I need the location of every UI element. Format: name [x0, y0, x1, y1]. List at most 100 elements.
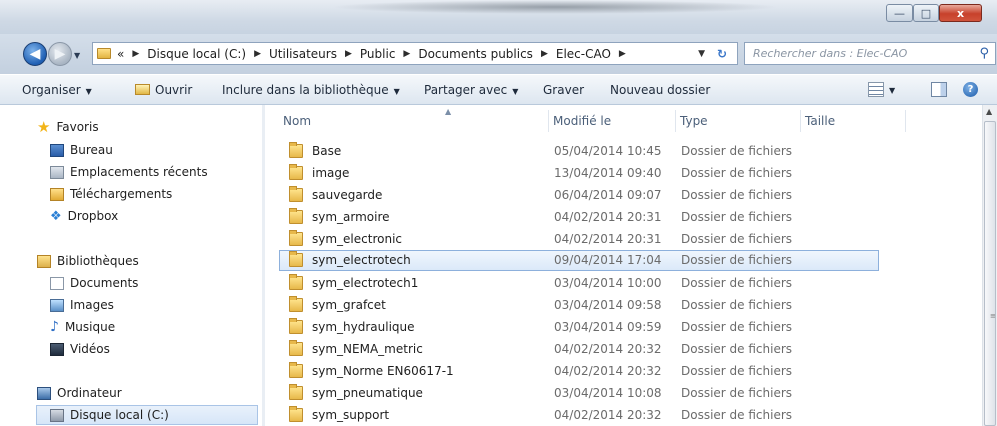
breadcrumb-users[interactable]: Utilisateurs — [269, 47, 337, 61]
file-row[interactable]: sym_electrotech1 03/04/2014 10:00 Dossie… — [279, 273, 879, 294]
nav-label: Documents — [70, 276, 139, 290]
vertical-scrollbar[interactable]: ▲ ≡ — [982, 105, 997, 426]
file-name-cell: sym_NEMA_metric — [289, 340, 423, 356]
column-divider[interactable] — [675, 110, 676, 132]
nav-desktop[interactable]: Bureau — [50, 140, 113, 160]
include-in-library-menu[interactable]: Inclure dans la bibliothèque ▼ — [222, 83, 400, 97]
nav-recent-places[interactable]: Emplacements récents — [50, 162, 208, 182]
organize-menu[interactable]: Organiser ▼ — [22, 83, 92, 97]
title-bar: — □ x — [0, 0, 997, 34]
help-icon[interactable]: ? — [963, 82, 978, 97]
nav-images[interactable]: Images — [50, 295, 114, 315]
nav-music[interactable]: ♪ Musique — [50, 317, 115, 337]
breadcrumb-separator-icon[interactable]: ▶ — [619, 49, 626, 59]
address-history-dropdown-icon[interactable]: ▼ — [698, 49, 705, 59]
share-with-menu[interactable]: Partager avec ▼ — [424, 83, 518, 97]
star-icon: ★ — [37, 118, 51, 136]
column-header-size[interactable]: Taille — [805, 110, 835, 132]
search-input[interactable] — [751, 46, 975, 61]
nav-downloads[interactable]: Téléchargements — [50, 184, 172, 204]
file-modified: 05/04/2014 10:45 — [554, 144, 662, 158]
breadcrumb-separator-icon[interactable]: ▶ — [254, 49, 261, 59]
breadcrumb-separator-icon[interactable]: ▶ — [403, 49, 410, 59]
nav-computer[interactable]: Ordinateur — [37, 383, 122, 403]
view-options-icon[interactable] — [868, 82, 884, 97]
breadcrumb-overflow[interactable]: « — [117, 47, 124, 61]
close-button[interactable]: x — [939, 4, 982, 22]
open-label: Ouvrir — [155, 83, 193, 97]
breadcrumb-separator-icon[interactable]: ▶ — [132, 49, 139, 59]
nav-documents[interactable]: Documents — [50, 273, 138, 293]
column-header-name[interactable]: Nom — [283, 110, 311, 132]
nav-label: Bureau — [70, 143, 113, 157]
breadcrumb-separator-icon[interactable]: ▶ — [345, 49, 352, 59]
chevron-down-icon[interactable]: ▼ — [889, 86, 895, 95]
folder-icon — [289, 296, 303, 312]
preview-pane-icon[interactable] — [931, 82, 947, 97]
nav-videos[interactable]: Vidéos — [50, 339, 110, 359]
folder-icon — [289, 164, 303, 180]
scrollbar-thumb[interactable]: ≡ — [984, 121, 996, 426]
refresh-icon[interactable]: ↻ — [717, 47, 727, 61]
breadcrumb-public[interactable]: Public — [360, 47, 396, 61]
new-folder-button[interactable]: Nouveau dossier — [610, 83, 710, 97]
file-type: Dossier de fichiers — [681, 386, 793, 400]
file-row[interactable]: sym_electronic 04/02/2014 20:31 Dossier … — [279, 229, 879, 250]
file-modified: 03/04/2014 10:00 — [554, 276, 662, 290]
file-row[interactable]: sym_NEMA_metric 04/02/2014 20:32 Dossier… — [279, 339, 879, 360]
file-name-cell: Base — [289, 142, 341, 158]
column-divider[interactable] — [548, 110, 549, 132]
file-row[interactable]: Base 05/04/2014 10:45 Dossier de fichier… — [279, 141, 879, 162]
scroll-up-icon[interactable]: ▲ — [986, 107, 992, 116]
include-label: Inclure dans la bibliothèque — [222, 83, 389, 97]
column-divider[interactable] — [800, 110, 801, 132]
minimize-button[interactable]: — — [886, 4, 913, 22]
file-name: sym_Norme EN60617-1 — [312, 364, 454, 378]
burn-button[interactable]: Graver — [543, 83, 584, 97]
recent-pages-dropdown[interactable]: ▼ — [74, 51, 80, 60]
file-row[interactable]: sym_armoire 04/02/2014 20:31 Dossier de … — [279, 207, 879, 228]
file-row-selected[interactable]: sym_electrotech 09/04/2014 17:04 Dossier… — [279, 250, 879, 271]
breadcrumb-public-documents[interactable]: Documents publics — [418, 47, 533, 61]
nav-libraries[interactable]: Bibliothèques — [37, 251, 139, 271]
file-row[interactable]: sym_grafcet 03/04/2014 09:58 Dossier de … — [279, 295, 879, 316]
back-button[interactable]: ◀ — [23, 42, 47, 66]
file-row[interactable]: sym_pneumatique 03/04/2014 10:08 Dossier… — [279, 383, 879, 404]
file-type: Dossier de fichiers — [681, 166, 793, 180]
open-folder-icon — [135, 84, 150, 95]
file-name: sym_electrotech — [312, 253, 411, 267]
file-name: sym_hydraulique — [312, 320, 415, 334]
column-divider[interactable] — [905, 110, 906, 132]
breadcrumb-elec-cao[interactable]: Elec-CAO — [556, 47, 611, 61]
file-row[interactable]: sym_hydraulique 03/04/2014 09:59 Dossier… — [279, 317, 879, 338]
address-bar[interactable]: « ▶ Disque local (C:) ▶ Utilisateurs ▶ P… — [92, 42, 738, 65]
nav-favorites[interactable]: ★ Favoris — [37, 117, 99, 137]
file-row[interactable]: sauvegarde 06/04/2014 09:07 Dossier de f… — [279, 185, 879, 206]
computer-icon — [37, 386, 51, 400]
file-row[interactable]: sym_Norme EN60617-1 04/02/2014 20:32 Dos… — [279, 361, 879, 382]
nav-local-disk[interactable]: Disque local (C:) — [36, 405, 258, 425]
downloads-icon — [50, 187, 64, 201]
folder-icon — [289, 318, 303, 334]
maximize-button[interactable]: □ — [913, 4, 939, 22]
file-row[interactable]: image 13/04/2014 09:40 Dossier de fichie… — [279, 163, 879, 184]
breadcrumb-separator-icon[interactable]: ▶ — [541, 49, 548, 59]
nav-label: Bibliothèques — [57, 254, 139, 268]
disk-drive-icon — [50, 408, 64, 422]
nav-dropbox[interactable]: ❖ Dropbox — [50, 206, 118, 226]
forward-arrow-icon: ▶ — [54, 46, 66, 62]
search-icon[interactable]: ⚲ — [979, 46, 989, 61]
navigation-pane: ★ Favoris Bureau Emplacements récents Tél… — [0, 105, 265, 426]
file-name-cell: sym_support — [289, 406, 390, 422]
breadcrumb-local-disk[interactable]: Disque local (C:) — [147, 47, 246, 61]
file-name-cell: sym_electrotech — [289, 251, 411, 267]
forward-button[interactable]: ▶ — [48, 42, 72, 66]
file-name: sym_support — [312, 408, 390, 422]
file-modified: 13/04/2014 09:40 — [554, 166, 662, 180]
file-name: sym_pneumatique — [312, 386, 423, 400]
column-header-modified[interactable]: Modifié le — [553, 110, 611, 132]
open-button[interactable]: Ouvrir — [135, 83, 192, 97]
search-box[interactable]: ⚲ — [744, 42, 996, 65]
column-header-type[interactable]: Type — [680, 110, 708, 132]
file-row[interactable]: sym_support 04/02/2014 20:32 Dossier de … — [279, 405, 879, 426]
